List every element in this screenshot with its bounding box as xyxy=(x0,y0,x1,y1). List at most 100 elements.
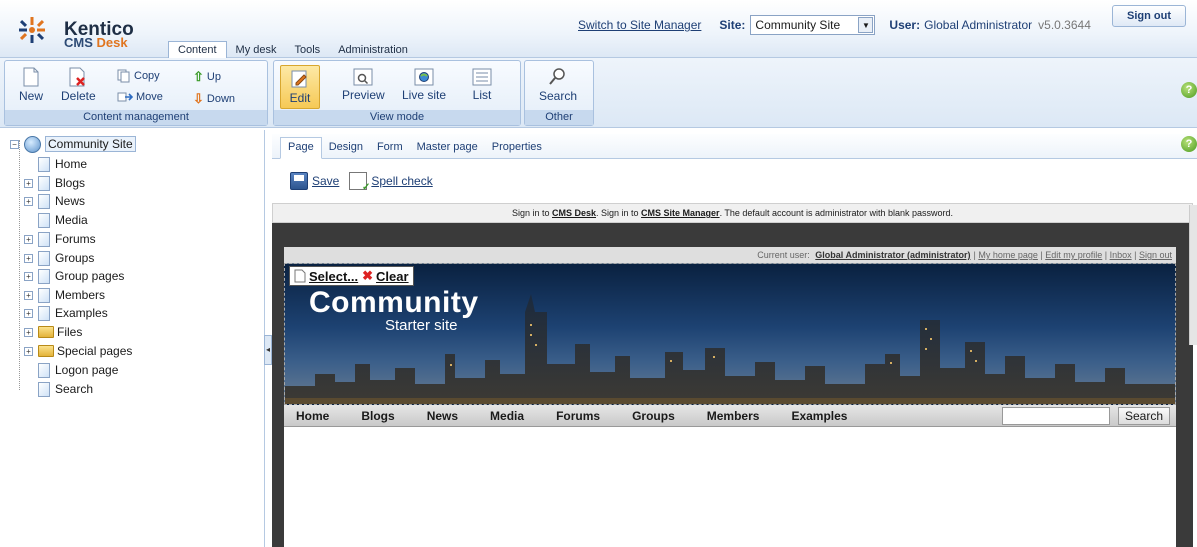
spell-check-button[interactable]: Spell check xyxy=(349,172,433,193)
tab-form[interactable]: Form xyxy=(370,138,410,158)
chevron-down-icon[interactable]: ▼ xyxy=(858,17,874,33)
expand-icon[interactable]: + xyxy=(24,234,33,244)
cms-desk-link[interactable]: CMS Desk xyxy=(552,208,596,218)
tree-item-search[interactable]: Search xyxy=(38,380,93,398)
expand-icon[interactable]: + xyxy=(24,253,33,263)
other-title: Other xyxy=(525,110,593,125)
content-management-title: Content management xyxy=(5,110,267,125)
tree-item-groups[interactable]: + Groups xyxy=(24,249,94,267)
tab-properties[interactable]: Properties xyxy=(485,138,549,158)
page-icon xyxy=(38,175,50,191)
tree-item-label: Media xyxy=(55,213,88,227)
tree-item-label: Members xyxy=(55,288,106,302)
tree-item-files[interactable]: + Files xyxy=(24,323,82,341)
preview-sign-out-link[interactable]: Sign out xyxy=(1139,250,1172,260)
nav-media[interactable]: Media xyxy=(474,405,540,427)
switch-to-site-manager-link[interactable]: Switch to Site Manager xyxy=(578,18,701,32)
clear-icon: ✖ xyxy=(362,268,374,283)
tree-item-examples[interactable]: + Examples xyxy=(24,304,108,322)
expand-icon[interactable]: + xyxy=(24,290,33,300)
page-toolbar: Save Spell check xyxy=(290,172,443,193)
site-search-input[interactable] xyxy=(1002,407,1110,425)
tab-my-desk[interactable]: My desk xyxy=(227,42,286,58)
tab-content[interactable]: Content xyxy=(168,41,227,58)
clear-link[interactable]: Clear xyxy=(376,269,409,284)
delete-label: Delete xyxy=(61,89,96,103)
sign-out-button[interactable]: Sign out xyxy=(1112,5,1186,27)
tree-item-blogs[interactable]: + Blogs xyxy=(24,174,85,192)
current-user-label: Current user: xyxy=(757,250,810,260)
expand-icon[interactable]: + xyxy=(24,271,33,281)
edit-my-profile-link[interactable]: Edit my profile xyxy=(1045,250,1102,260)
copy-button[interactable]: Copy xyxy=(117,69,160,83)
select-link[interactable]: Select... xyxy=(309,269,358,284)
nav-news[interactable]: News xyxy=(411,405,474,427)
tree-item-members[interactable]: + Members xyxy=(24,286,105,304)
view-mode-title: View mode xyxy=(274,110,520,125)
expand-icon[interactable]: + xyxy=(24,308,33,318)
tree-item-logon-page[interactable]: Logon page xyxy=(38,361,118,379)
page-icon xyxy=(38,305,50,321)
copy-icon xyxy=(117,69,130,83)
down-button[interactable]: ⇩ Down xyxy=(193,91,235,107)
arrow-up-icon: ⇧ xyxy=(193,69,204,84)
tree-item-home[interactable]: Home xyxy=(38,155,87,173)
new-button[interactable]: New xyxy=(19,67,43,103)
inbox-link[interactable]: Inbox xyxy=(1110,250,1132,260)
folder-icon xyxy=(38,326,54,338)
tree-item-forums[interactable]: + Forums xyxy=(24,230,96,248)
user-name: Global Administrator xyxy=(924,18,1033,32)
current-user-name-link[interactable]: Global Administrator (administrator) xyxy=(815,250,970,260)
help-icon[interactable]: ? xyxy=(1181,82,1197,98)
tree-root[interactable]: − Community Site xyxy=(10,135,136,153)
tree-item-label: Group pages xyxy=(55,269,125,283)
save-button[interactable]: Save xyxy=(290,172,339,190)
nav-forums[interactable]: Forums xyxy=(540,405,616,427)
tree-item-special-pages[interactable]: + Special pages xyxy=(24,342,132,360)
tab-design[interactable]: Design xyxy=(322,138,370,158)
tree-item-group-pages[interactable]: + Group pages xyxy=(24,267,124,285)
down-label: Down xyxy=(206,93,236,105)
preview-button[interactable]: Preview xyxy=(342,68,385,102)
site-select[interactable]: Community Site ▼ xyxy=(750,15,876,35)
page-icon xyxy=(38,287,50,303)
my-home-page-link[interactable]: My home page xyxy=(978,250,1038,260)
save-label: Save xyxy=(312,174,340,188)
delete-button[interactable]: Delete xyxy=(61,67,96,103)
cms-site-manager-link[interactable]: CMS Site Manager xyxy=(641,208,720,218)
move-button[interactable]: Move xyxy=(117,91,163,103)
tree-item-label: Examples xyxy=(55,306,108,320)
up-button[interactable]: ⇧ Up xyxy=(193,69,221,85)
tab-tools[interactable]: Tools xyxy=(286,42,330,58)
expand-icon[interactable]: + xyxy=(24,346,33,356)
tree-item-label: Forums xyxy=(55,232,96,246)
delete-document-icon xyxy=(69,67,86,87)
right-scrollbar[interactable] xyxy=(1189,205,1197,345)
list-button[interactable]: List xyxy=(472,68,492,102)
brand-sub-accent: Desk xyxy=(96,35,128,50)
expand-icon[interactable]: + xyxy=(24,327,33,337)
live-site-button[interactable]: Live site xyxy=(402,68,446,102)
tab-administration[interactable]: Administration xyxy=(329,42,417,58)
tab-page[interactable]: Page xyxy=(280,137,322,159)
help-icon[interactable]: ? xyxy=(1181,136,1197,152)
site-search-button[interactable]: Search xyxy=(1118,407,1170,425)
tab-master-page[interactable]: Master page xyxy=(410,138,485,158)
live-site-icon xyxy=(414,68,434,86)
nav-members[interactable]: Members xyxy=(691,405,776,427)
collapse-tree-handle[interactable]: ◂ xyxy=(264,335,272,365)
nav-examples[interactable]: Examples xyxy=(775,405,863,427)
page-icon xyxy=(38,268,50,284)
preview-page: Current user: Global Administrator (admi… xyxy=(284,247,1176,547)
nav-home[interactable]: Home xyxy=(284,405,345,427)
expand-icon[interactable]: + xyxy=(24,196,33,206)
collapse-icon[interactable]: − xyxy=(10,139,19,149)
expand-icon[interactable]: + xyxy=(24,178,33,188)
tree-item-media[interactable]: Media xyxy=(38,211,88,229)
search-button[interactable]: Search xyxy=(539,67,577,103)
site-nav: Home Blogs News Media Forums Groups Memb… xyxy=(284,405,1176,427)
edit-button[interactable]: Edit xyxy=(280,65,320,109)
nav-groups[interactable]: Groups xyxy=(616,405,691,427)
nav-blogs[interactable]: Blogs xyxy=(345,405,410,427)
tree-item-news[interactable]: + News xyxy=(24,192,85,210)
